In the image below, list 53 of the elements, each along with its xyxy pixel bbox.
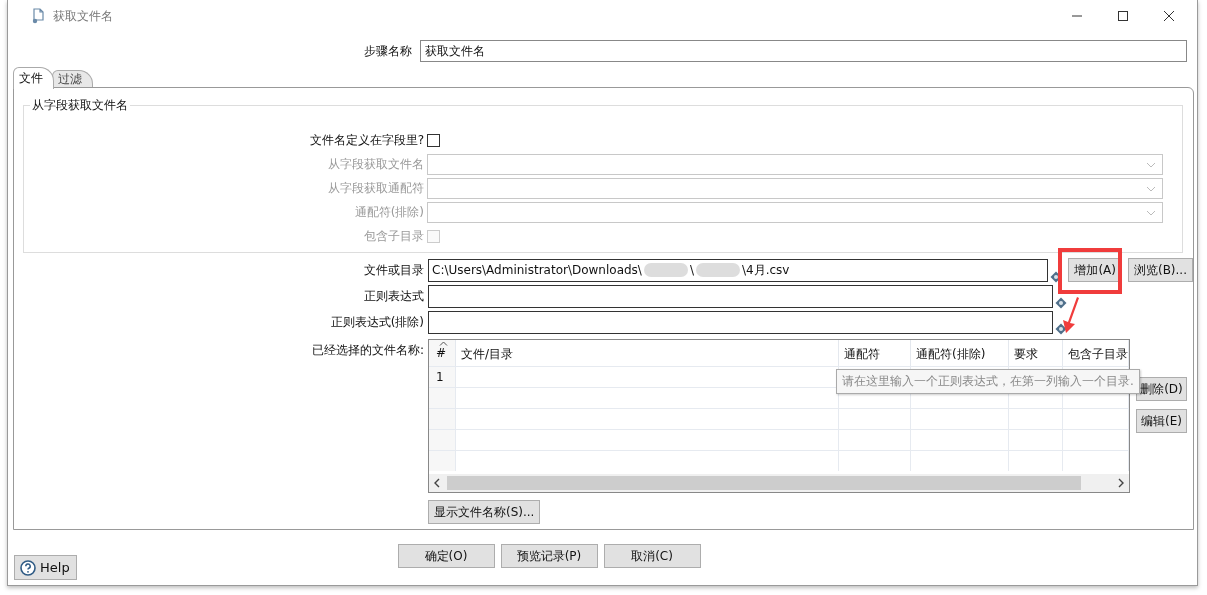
side-button[interactable]: 删除(D) xyxy=(1136,377,1187,401)
scroll-left-icon[interactable] xyxy=(433,478,441,488)
field-label: 包含子目录 xyxy=(363,227,425,245)
document-icon xyxy=(31,8,45,24)
redaction-blur xyxy=(695,263,740,277)
horizontal-scrollbar[interactable] xyxy=(429,474,1129,492)
window-title: 获取文件名 xyxy=(53,7,113,25)
table-cell: 1 xyxy=(429,367,456,387)
tab[interactable]: 文件 xyxy=(13,67,54,89)
path-text: \4月.csv xyxy=(741,261,790,279)
column-header[interactable]: # xyxy=(429,340,456,366)
table-label: 已经选择的文件名称: xyxy=(310,342,425,359)
column-header[interactable]: 文件/目录 xyxy=(456,340,839,366)
help-icon xyxy=(20,559,36,576)
help-button[interactable]: Help xyxy=(14,555,77,580)
column-header[interactable]: 通配符(排除) xyxy=(911,340,1009,366)
text-field[interactable] xyxy=(428,284,1053,308)
dropdown-caret-icon xyxy=(1146,161,1156,168)
step-name-label: 步骤名称 xyxy=(363,42,413,60)
step-name-field[interactable]: 获取文件名 xyxy=(420,40,1187,62)
dropdown-caret-icon xyxy=(1146,209,1156,216)
sort-caret-icon xyxy=(439,341,448,346)
field-label: 通配符(排除) xyxy=(353,203,425,221)
dialog-button[interactable]: 取消(C) xyxy=(603,544,701,568)
maximize-icon[interactable] xyxy=(1117,10,1129,22)
group-title: 从字段获取文件名 xyxy=(30,97,130,114)
field-label: 从字段获取文件名 xyxy=(327,155,425,173)
field-label: 正则表达式(排除) xyxy=(329,313,425,331)
variable-icon xyxy=(1055,323,1067,335)
dropdown-caret-icon xyxy=(1146,185,1156,192)
field-label: 文件名定义在字段里? xyxy=(308,131,425,149)
show-filenames-button[interactable]: 显示文件名称(S)... xyxy=(428,500,541,524)
column-header[interactable]: 要求 xyxy=(1009,340,1063,366)
text-field[interactable]: C:\Users\Administrator\Downloads\ \ \4月.csv xyxy=(428,258,1049,282)
field-label: 文件或目录 xyxy=(363,261,425,279)
checkbox[interactable] xyxy=(427,133,440,147)
side-button[interactable]: 编辑(E) xyxy=(1136,409,1187,433)
browse-button[interactable]: 浏览(B)... xyxy=(1127,258,1193,282)
variable-icon xyxy=(1055,297,1067,309)
text-field[interactable] xyxy=(428,310,1053,334)
close-icon[interactable] xyxy=(1163,10,1175,22)
field-label: 正则表达式 xyxy=(363,287,425,305)
tab[interactable]: 过滤 xyxy=(52,70,93,87)
path-text: C:\Users\Administrator\Downloads\ xyxy=(432,263,642,277)
field-label: 从字段获取通配符 xyxy=(327,179,425,197)
dialog-button[interactable]: 确定(O) xyxy=(397,544,495,568)
path-text: \ xyxy=(689,263,694,277)
scroll-right-icon[interactable] xyxy=(1117,478,1125,488)
tooltip: 请在这里输入一个正则表达式，在第一列输入一个目录. xyxy=(836,369,1140,394)
redaction-blur xyxy=(643,263,688,277)
column-header[interactable]: 通配符 xyxy=(839,340,911,366)
dialog-button[interactable]: 预览记录(P) xyxy=(500,544,598,568)
column-header[interactable]: 包含子目录 xyxy=(1063,340,1129,366)
